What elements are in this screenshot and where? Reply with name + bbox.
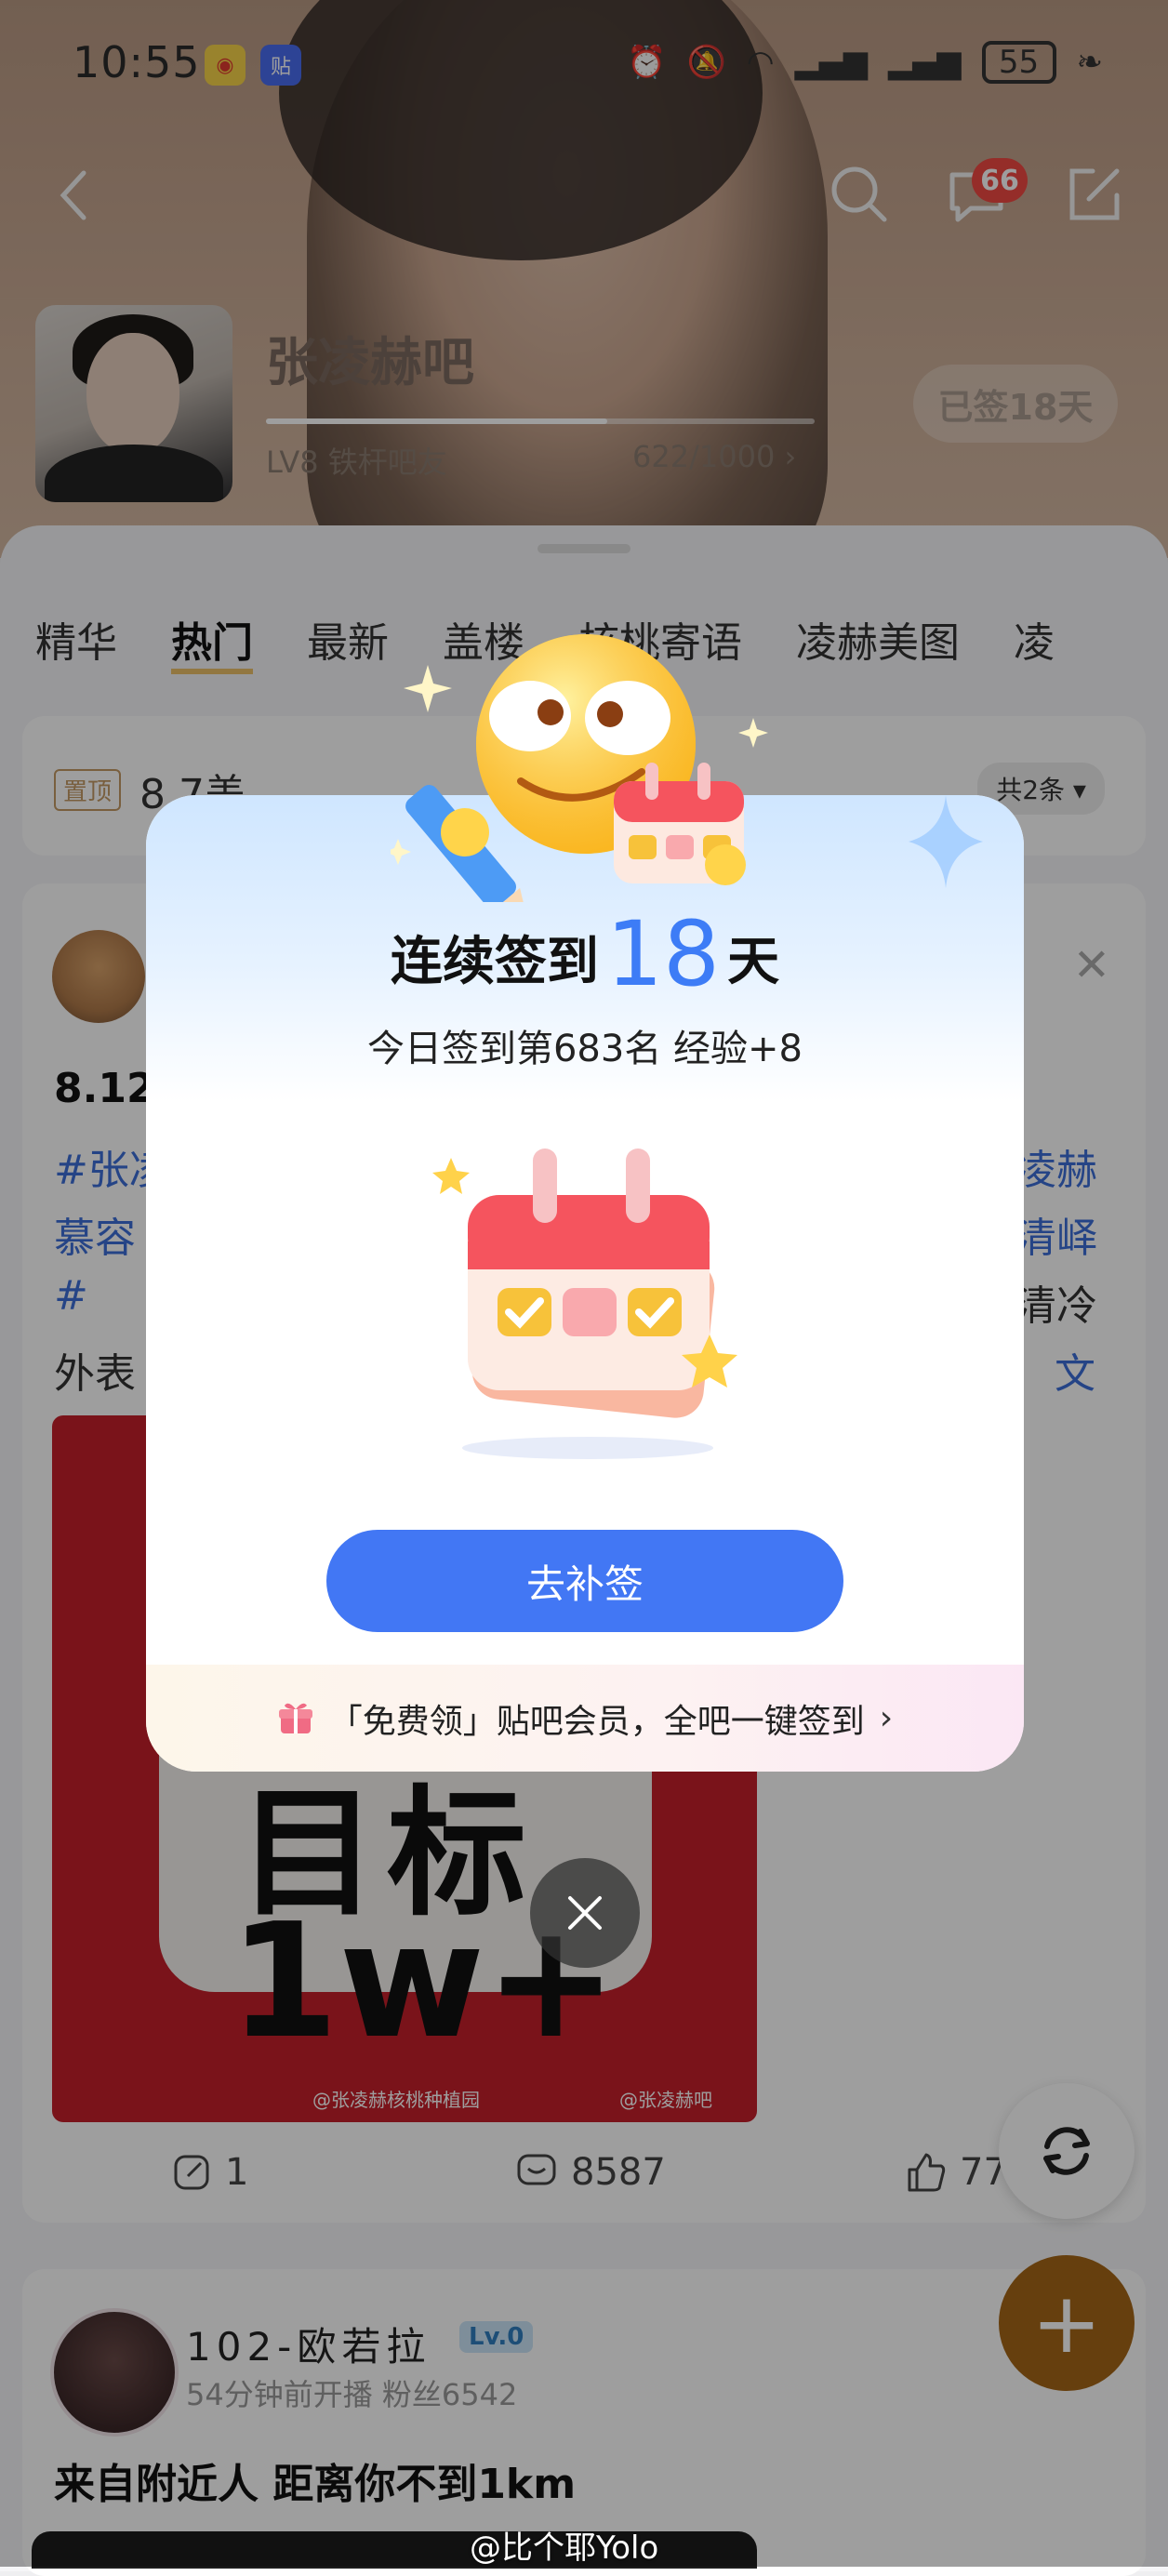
gift-icon [278, 1703, 312, 1733]
watermark: @比个耶Yolo [470, 2530, 659, 2567]
sign-in-modal: 连续签到18 天 今日签到第683名 经验+8 去补签 「免费领」贴吧会员，全吧一… [146, 795, 1024, 1772]
streak-headline: 连续签到18 天 [146, 902, 1024, 1006]
headline-prefix: 连续签到 [390, 932, 599, 992]
chevron-right-icon: › [879, 1699, 894, 1737]
sign-in-rank: 今日签到第683名 经验+8 [366, 1028, 803, 1070]
makeup-sign-in-button[interactable]: 去补签 [326, 1530, 843, 1632]
calendar-shadow [462, 1437, 713, 1459]
sparkle-icon [909, 795, 983, 888]
vip-promo-text: 「免费领」贴吧会员，全吧一键签到 [328, 1702, 865, 1741]
streak-days: 18 [605, 902, 721, 1006]
headline-suffix: 天 [727, 932, 780, 992]
close-icon [568, 1896, 602, 1930]
close-modal-button[interactable] [530, 1858, 640, 1968]
calendar-illustration [432, 1149, 737, 1418]
emoji-mascot-icon [391, 634, 768, 902]
vip-promo-bar[interactable]: 「免费领」贴吧会员，全吧一键签到 › [146, 1665, 1024, 1772]
